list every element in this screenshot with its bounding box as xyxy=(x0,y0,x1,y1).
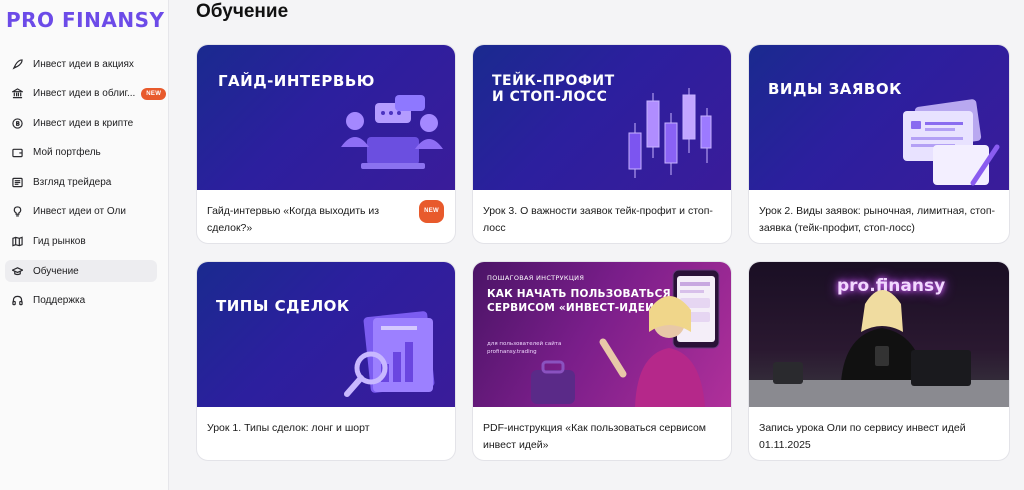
course-card-deal-types[interactable]: ТИПЫ СДЕЛОК Урок 1. Типы сделок: лонг и … xyxy=(196,261,456,461)
card-title-area: Гайд-интервью «Когда выходить из сделок?… xyxy=(197,190,455,237)
graduation-cap-icon xyxy=(11,265,23,277)
lightbulb-icon xyxy=(11,206,23,218)
course-card-guide-interview[interactable]: ГАЙД-ИНТЕРВЬЮ Гайд-интервью «Когда выход… xyxy=(196,44,456,244)
cover-title: ТЕЙК-ПРОФИТ И СТОП-ЛОСС xyxy=(492,73,615,105)
course-card-lesson-recording[interactable]: pro.finansy Запись урока Оли по сервису … xyxy=(748,261,1010,461)
headphones-icon xyxy=(11,295,23,307)
sidebar-item-trader-view[interactable]: Взгляд трейдера xyxy=(5,171,157,193)
video-thumbnail-illustration xyxy=(749,290,1009,407)
cover-title-line-2: И СТОП-ЛОСС xyxy=(492,89,608,106)
card-cover-image: ТЕЙК-ПРОФИТ И СТОП-ЛОСС xyxy=(473,45,731,190)
cover-title: ТИПЫ СДЕЛОК xyxy=(216,297,350,315)
sidebar-item-label: Инвест идеи в акциях xyxy=(33,58,134,70)
card-cover-image: ГАЙД-ИНТЕРВЬЮ xyxy=(197,45,455,190)
card-cover-image: ВИДЫ ЗАЯВОК xyxy=(749,45,1009,190)
card-title: PDF-инструкция «Как пользоваться сервисо… xyxy=(483,422,707,451)
pdf-cover-illustration xyxy=(531,269,720,407)
wallet-icon xyxy=(11,147,23,159)
sidebar-item-stocks[interactable]: Инвест идеи в акциях xyxy=(5,53,157,75)
sidebar-item-learning[interactable]: Обучение xyxy=(5,260,157,283)
card-title-area: Урок 3. О важности заявок тейк-профит и … xyxy=(473,190,731,237)
card-title: Урок 3. О важности заявок тейк-профит и … xyxy=(483,205,713,234)
news-icon xyxy=(11,176,23,188)
cover-title: ВИДЫ ЗАЯВОК xyxy=(768,80,902,98)
analytics-illustration xyxy=(344,311,435,397)
card-title: Урок 2. Виды заявок: рыночная, лимитная,… xyxy=(759,205,996,234)
cover-title-line-1: ТЕЙК-ПРОФИТ xyxy=(492,73,615,89)
candlestick-illustration xyxy=(628,88,712,178)
card-title-area: Урок 2. Виды заявок: рыночная, лимитная,… xyxy=(749,190,1009,237)
card-cover-image: pro.finansy xyxy=(749,262,1009,407)
card-cover-image: ПОШАГОВАЯ ИНСТРУКЦИЯ КАК НАЧАТЬ ПОЛЬЗОВА… xyxy=(473,262,731,407)
rocket-icon xyxy=(11,58,23,70)
sidebar-item-label: Поддержка xyxy=(33,295,86,307)
card-title-area: Запись урока Оли по сервису инвест идей … xyxy=(749,407,1009,454)
sidebar-item-label: Инвест идеи от Оли xyxy=(33,206,126,218)
sidebar: PRO FINANSY Инвест идеи в акциях Инвест … xyxy=(0,0,169,490)
sidebar-item-label: Инвест идеи в крипте xyxy=(33,117,134,129)
sidebar-item-markets-guide[interactable]: Гид рынков xyxy=(5,231,157,253)
sidebar-item-olya-ideas[interactable]: Инвест идеи от Оли xyxy=(5,201,157,223)
sidebar-item-support[interactable]: Поддержка xyxy=(5,290,157,312)
sidebar-item-label: Гид рынков xyxy=(33,236,86,248)
coin-icon xyxy=(11,117,23,129)
card-title: Урок 1. Типы сделок: лонг и шорт xyxy=(207,422,370,434)
sidebar-item-label: Взгляд трейдера xyxy=(33,176,112,188)
logo[interactable]: PRO FINANSY xyxy=(6,8,164,32)
new-badge: NEW xyxy=(419,200,444,223)
course-card-pdf-guide[interactable]: ПОШАГОВАЯ ИНСТРУКЦИЯ КАК НАЧАТЬ ПОЛЬЗОВА… xyxy=(472,261,732,461)
course-card-take-profit[interactable]: ТЕЙК-ПРОФИТ И СТОП-ЛОСС Урок 3. О важнос… xyxy=(472,44,732,244)
bank-icon xyxy=(11,88,23,100)
page-title: Обучение xyxy=(196,1,289,22)
card-title-area: Урок 1. Типы сделок: лонг и шорт xyxy=(197,407,455,437)
course-card-order-types[interactable]: ВИДЫ ЗАЯВОК Урок 2. Виды заявок: рыночна… xyxy=(748,44,1010,244)
map-icon xyxy=(11,236,23,248)
sidebar-nav: Инвест идеи в акциях Инвест идеи в облиг… xyxy=(5,53,167,319)
sidebar-item-portfolio[interactable]: Мой портфель xyxy=(5,142,157,164)
card-title: Запись урока Оли по сервису инвест идей … xyxy=(759,422,966,451)
sidebar-item-bonds[interactable]: Инвест идеи в облиг... NEW xyxy=(5,83,167,105)
cover-title: ГАЙД-ИНТЕРВЬЮ xyxy=(218,72,375,90)
interview-illustration xyxy=(341,95,443,169)
card-title-area: PDF-инструкция «Как пользоваться сервисо… xyxy=(473,407,731,454)
sidebar-item-label: Инвест идеи в облиг... xyxy=(33,88,136,100)
sidebar-item-label: Мой портфель xyxy=(33,147,101,159)
new-badge: NEW xyxy=(141,87,167,100)
documents-illustration xyxy=(903,99,1000,186)
card-cover-image: ТИПЫ СДЕЛОК xyxy=(197,262,455,407)
sidebar-item-label: Обучение xyxy=(33,265,79,277)
sidebar-item-crypto[interactable]: Инвест идеи в крипте xyxy=(5,112,157,134)
card-title: Гайд-интервью «Когда выходить из сделок?… xyxy=(207,205,380,234)
